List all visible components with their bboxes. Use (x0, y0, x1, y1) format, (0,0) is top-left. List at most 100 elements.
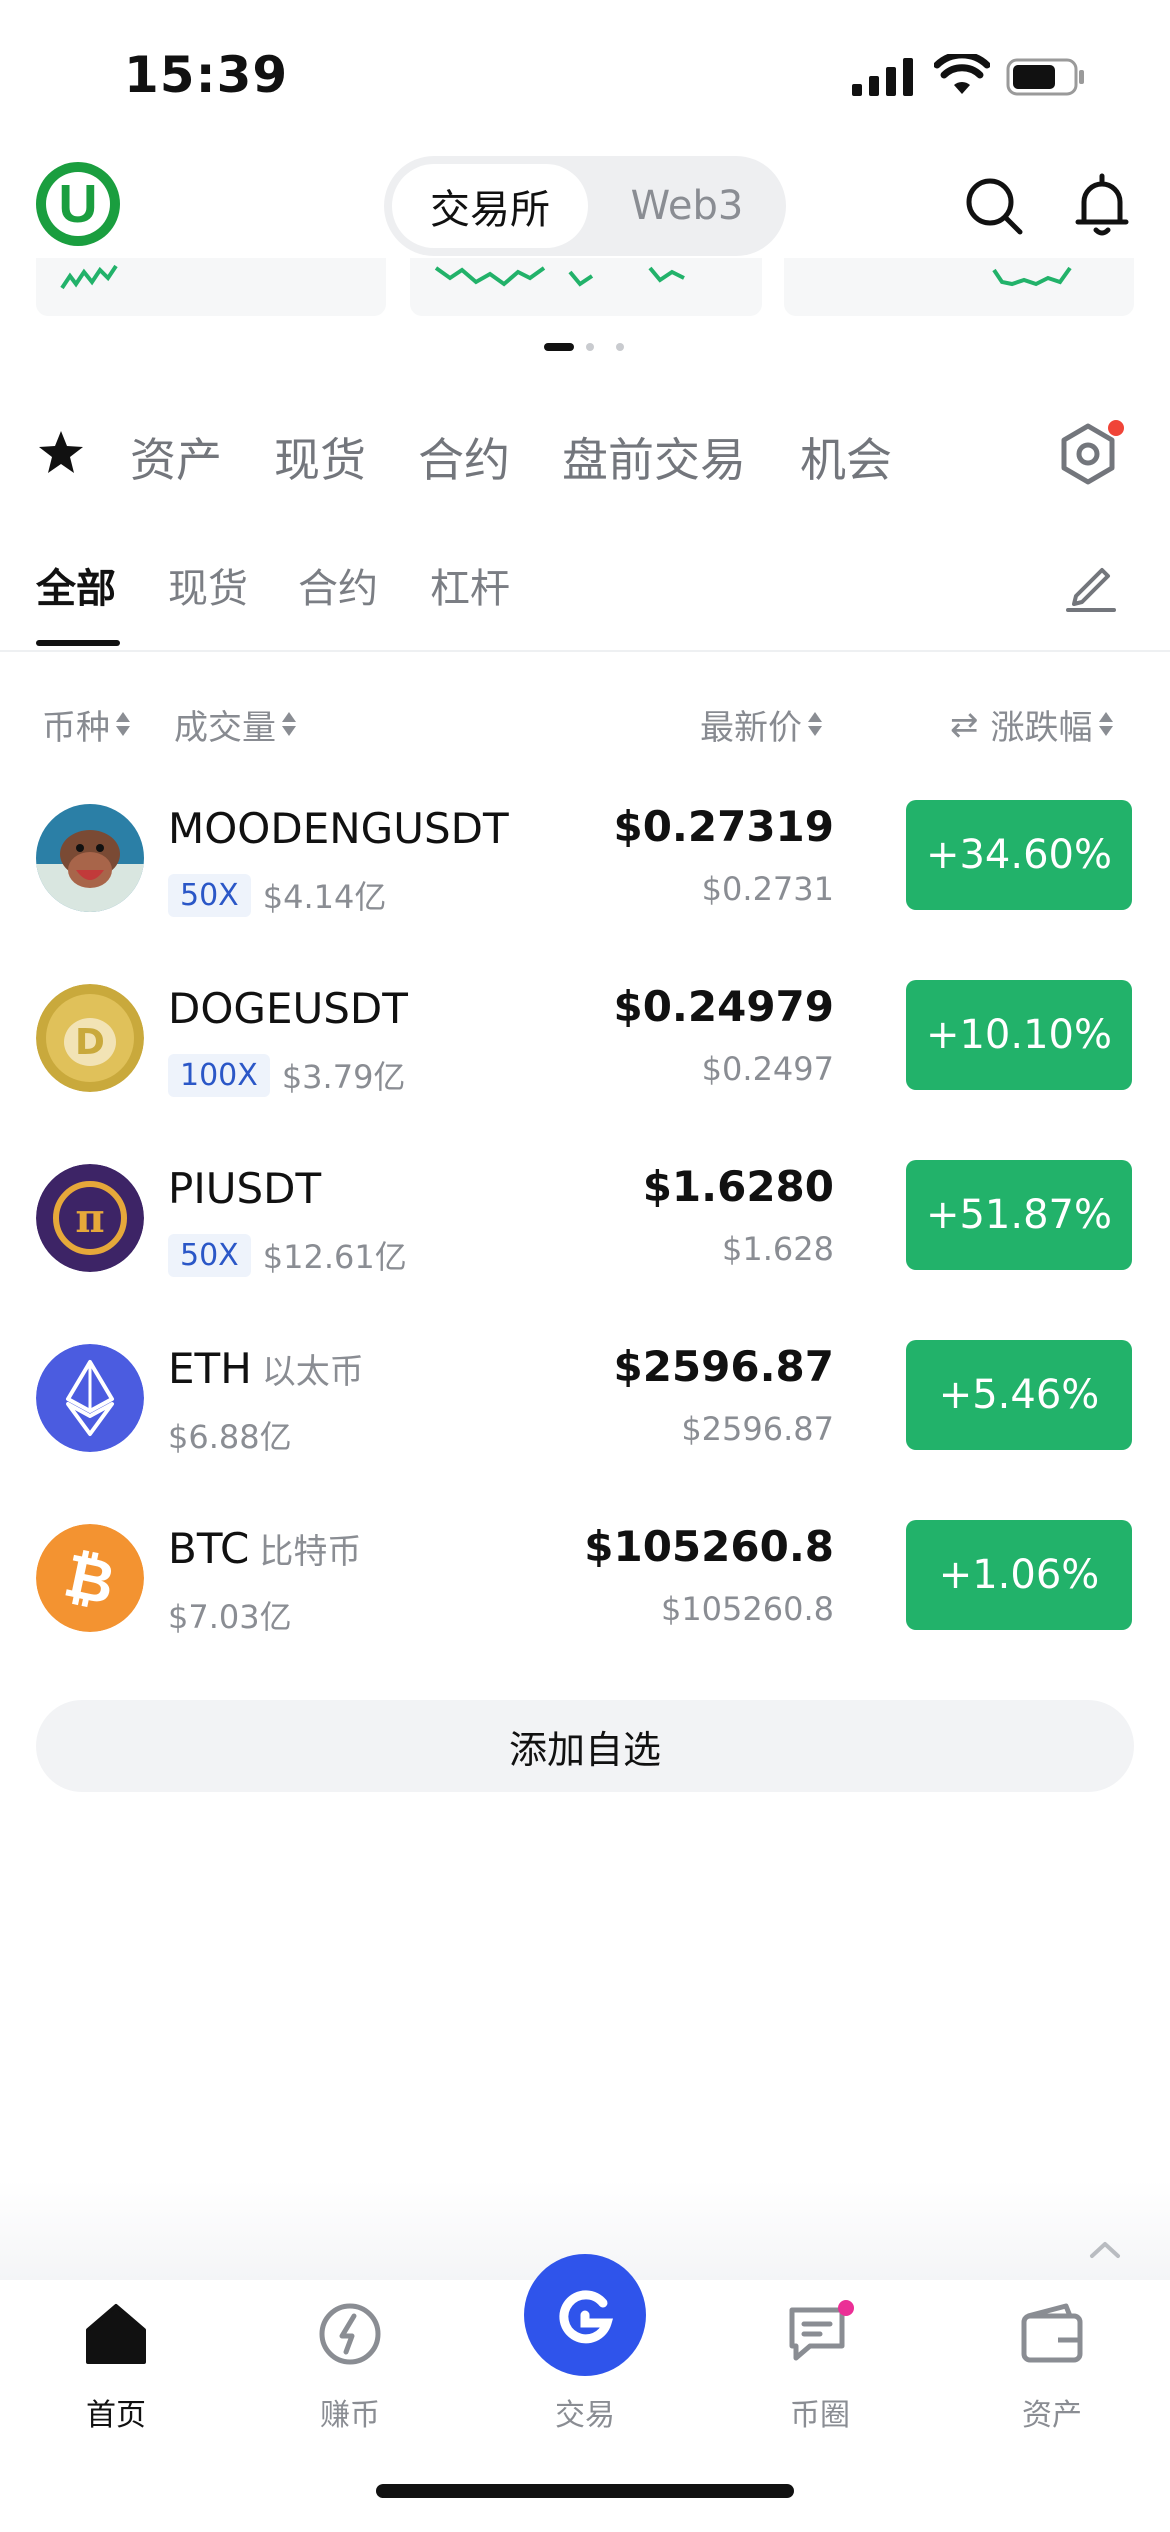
row-meta: $7.03亿 (168, 1592, 292, 1638)
symbol-text: PIUSDT (168, 1164, 322, 1213)
tabs-divider (0, 650, 1170, 652)
search-icon[interactable] (962, 174, 1026, 238)
settings-hexagon-icon[interactable] (1052, 418, 1124, 490)
table-row[interactable]: ETH 以太币 $6.88亿 $2596.87 $2596.87 +5.46% (0, 1320, 1170, 1498)
table-row[interactable]: ₿ BTC 比特币 $7.03亿 $105260.8 $105260.8 +1.0… (0, 1500, 1170, 1678)
segment-exchange[interactable]: 交易所 (392, 164, 588, 248)
price-secondary: $2596.87 (681, 1410, 834, 1448)
column-price-label: 最新价 (700, 708, 802, 748)
community-icon (789, 2300, 854, 2361)
subtab-spot[interactable]: 现货 (168, 556, 248, 614)
earn-icon (319, 2303, 381, 2365)
market-card-3[interactable] (784, 258, 1134, 316)
eth-coin-icon (36, 1344, 144, 1452)
row-meta: 50X $4.14亿 (168, 872, 386, 918)
doge-coin-icon: D (36, 984, 144, 1092)
sparkline-2 (434, 266, 685, 287)
symbol-text: ETH (168, 1344, 252, 1393)
table-row[interactable]: π PIUSDT 50X $12.61亿 $1.6280 $1.628 +51.… (0, 1140, 1170, 1318)
column-coin[interactable]: 币种 (42, 700, 130, 749)
price-secondary: $105260.8 (660, 1590, 834, 1628)
market-card-1[interactable] (36, 258, 386, 316)
segment-web3[interactable]: Web3 (596, 164, 778, 248)
svg-text:D: D (75, 1022, 105, 1063)
tab-futures[interactable]: 合约 (418, 424, 510, 490)
exchange-web3-switch: 交易所 Web3 (384, 156, 786, 256)
price-secondary: $1.628 (722, 1230, 834, 1268)
leverage-badge: 50X (168, 1233, 251, 1277)
price-secondary: $0.2497 (701, 1050, 834, 1088)
trade-icon (559, 2290, 614, 2344)
change-badge[interactable]: +5.46% (906, 1340, 1132, 1450)
column-coin-label: 币种 (42, 708, 110, 748)
subtab-futures[interactable]: 合约 (298, 556, 378, 614)
favorites-star-icon[interactable] (36, 428, 86, 478)
sparkline-1 (60, 264, 118, 290)
nav-assets-label: 资产 (1022, 2398, 1082, 2433)
wifi-icon (934, 54, 990, 94)
tab-assets[interactable]: 资产 (130, 424, 222, 490)
nav-trade-label: 交易 (555, 2398, 615, 2433)
last-price: $0.24979 (613, 982, 834, 1031)
bell-icon[interactable] (1070, 172, 1134, 240)
change-badge[interactable]: +10.10% (906, 980, 1132, 1090)
leverage-badge: 100X (168, 1053, 270, 1097)
swap-arrows-icon[interactable]: ⇄ (950, 705, 979, 745)
row-symbol: PIUSDT (168, 1164, 321, 1213)
status-time: 15:39 (124, 46, 289, 104)
row-meta: 50X $12.61亿 (168, 1232, 407, 1278)
subtab-all[interactable]: 全部 (36, 556, 116, 614)
app-logo[interactable]: U (36, 162, 120, 246)
subtab-underline (36, 640, 120, 646)
row-symbol: DOGEUSDT (168, 984, 408, 1033)
change-badge[interactable]: +34.60% (906, 800, 1132, 910)
trade-button[interactable] (524, 2254, 646, 2376)
leverage-badge: 50X (168, 873, 251, 917)
edit-pencil-icon[interactable] (1062, 556, 1118, 612)
volume-text: $12.61亿 (262, 1238, 407, 1276)
home-indicator (376, 2484, 794, 2498)
change-badge[interactable]: +1.06% (906, 1520, 1132, 1630)
volume-text: $3.79亿 (281, 1058, 406, 1096)
nav-earn-label: 赚币 (320, 2398, 380, 2433)
svg-text:π: π (75, 1195, 104, 1242)
moodeng-coin-icon (36, 804, 144, 912)
last-price: $0.27319 (613, 802, 834, 851)
volume-text: $4.14亿 (262, 878, 387, 916)
coin-name-cn: 以太币 (261, 1352, 364, 1392)
last-price: $1.6280 (642, 1162, 834, 1211)
last-price: $105260.8 (584, 1522, 834, 1571)
coin-name-cn: 比特币 (259, 1532, 362, 1572)
column-change[interactable]: ⇄ 涨跌幅 (950, 700, 1113, 749)
volume-text: $7.03亿 (168, 1598, 292, 1636)
row-meta: 100X $3.79亿 (168, 1052, 405, 1098)
market-card-2[interactable] (410, 258, 762, 316)
subtab-margin[interactable]: 杠杆 (430, 556, 510, 614)
battery-icon (1006, 58, 1084, 96)
sparkline-3 (992, 266, 1072, 287)
sort-icon (1098, 710, 1113, 740)
tab-spot[interactable]: 现货 (274, 424, 366, 490)
table-row[interactable]: D DOGEUSDT 100X $3.79亿 $0.24979 $0.2497 … (0, 960, 1170, 1138)
chevron-up-icon[interactable] (1088, 2238, 1122, 2260)
tab-premarket[interactable]: 盘前交易 (562, 424, 746, 490)
price-secondary: $0.2731 (701, 870, 834, 908)
sort-icon (808, 710, 822, 740)
sort-icon (116, 710, 130, 740)
change-badge[interactable]: +51.87% (906, 1160, 1132, 1270)
column-volume[interactable]: 成交量 (174, 700, 296, 749)
row-symbol: ETH 以太币 (168, 1344, 364, 1393)
column-price[interactable]: 最新价 (700, 700, 822, 749)
table-row[interactable]: MOODENGUSDT 50X $4.14亿 $0.27319 $0.2731 … (0, 780, 1170, 958)
carousel-dots (544, 343, 624, 351)
btc-coin-icon: ₿ (36, 1524, 144, 1632)
row-symbol: MOODENGUSDT (168, 804, 509, 853)
status-bar: 15:39 (0, 0, 1170, 150)
add-favorites-button[interactable]: 添加自选 (36, 1700, 1134, 1792)
tab-opportunity[interactable]: 机会 (800, 424, 892, 490)
row-symbol: BTC 比特币 (168, 1524, 361, 1573)
cellular-signal-icon (852, 58, 913, 96)
pi-coin-icon: π (36, 1164, 144, 1272)
nav-home-label: 首页 (86, 2398, 146, 2433)
home-icon (86, 2304, 146, 2364)
